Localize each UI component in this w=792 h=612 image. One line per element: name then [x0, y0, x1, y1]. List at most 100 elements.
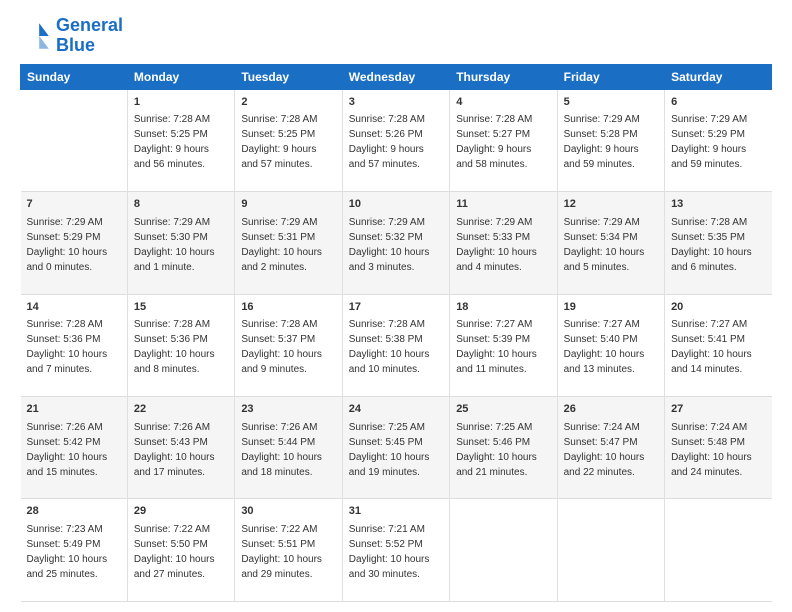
day-cell: 26 Sunrise: 7:24 AM Sunset: 5:47 PM Dayli…	[557, 397, 664, 499]
day-number: 22	[134, 401, 228, 418]
logo-text: General Blue	[56, 16, 123, 56]
header-cell-thursday: Thursday	[450, 64, 557, 89]
day-content: Sunrise: 7:26 AM Sunset: 5:42 PM Dayligh…	[27, 422, 108, 478]
day-number: 25	[456, 401, 550, 418]
day-number: 24	[349, 401, 443, 418]
day-number: 16	[241, 299, 335, 316]
day-cell: 9 Sunrise: 7:29 AM Sunset: 5:31 PM Daylig…	[235, 192, 342, 294]
day-cell: 2 Sunrise: 7:28 AM Sunset: 5:25 PM Daylig…	[235, 89, 342, 191]
day-content: Sunrise: 7:28 AM Sunset: 5:38 PM Dayligh…	[349, 319, 430, 375]
day-content: Sunrise: 7:24 AM Sunset: 5:47 PM Dayligh…	[564, 422, 645, 478]
day-content: Sunrise: 7:29 AM Sunset: 5:32 PM Dayligh…	[349, 217, 430, 273]
day-content: Sunrise: 7:27 AM Sunset: 5:39 PM Dayligh…	[456, 319, 537, 375]
day-number: 12	[564, 196, 658, 213]
day-number: 9	[241, 196, 335, 213]
day-number: 31	[349, 503, 443, 520]
day-cell: 20Sunrise: 7:27 AM Sunset: 5:41 PM Dayli…	[665, 294, 772, 396]
header: General Blue	[20, 16, 772, 56]
day-number: 4	[456, 94, 550, 111]
day-number: 8	[134, 196, 228, 213]
day-cell: 8 Sunrise: 7:29 AM Sunset: 5:30 PM Daylig…	[127, 192, 234, 294]
header-cell-tuesday: Tuesday	[235, 64, 342, 89]
header-cell-sunday: Sunday	[21, 64, 128, 89]
day-cell: 25 Sunrise: 7:25 AM Sunset: 5:46 PM Dayli…	[450, 397, 557, 499]
week-row-1: 1 Sunrise: 7:28 AM Sunset: 5:25 PM Daylig…	[21, 89, 772, 191]
calendar-header: SundayMondayTuesdayWednesdayThursdayFrid…	[21, 64, 772, 89]
day-cell: 15Sunrise: 7:28 AM Sunset: 5:36 PM Dayli…	[127, 294, 234, 396]
day-number: 20	[671, 299, 765, 316]
week-row-3: 14 Sunrise: 7:28 AM Sunset: 5:36 PM Dayli…	[21, 294, 772, 396]
day-number: 2	[241, 94, 335, 111]
day-cell: 10 Sunrise: 7:29 AM Sunset: 5:32 PM Dayli…	[342, 192, 449, 294]
day-number: 1	[134, 94, 228, 111]
day-number: 3	[349, 94, 443, 111]
calendar-body: 1 Sunrise: 7:28 AM Sunset: 5:25 PM Daylig…	[21, 89, 772, 601]
calendar-table: SundayMondayTuesdayWednesdayThursdayFrid…	[20, 64, 772, 602]
day-number: 18	[456, 299, 550, 316]
day-number: 21	[27, 401, 121, 418]
day-cell: 30Sunrise: 7:22 AM Sunset: 5:51 PM Dayli…	[235, 499, 342, 602]
logo-icon	[20, 20, 52, 52]
day-cell: 14 Sunrise: 7:28 AM Sunset: 5:36 PM Dayli…	[21, 294, 128, 396]
day-content: Sunrise: 7:29 AM Sunset: 5:31 PM Dayligh…	[241, 217, 322, 273]
header-row: SundayMondayTuesdayWednesdayThursdayFrid…	[21, 64, 772, 89]
day-cell: 3Sunrise: 7:28 AM Sunset: 5:26 PM Daylig…	[342, 89, 449, 191]
day-cell: 7 Sunrise: 7:29 AM Sunset: 5:29 PM Daylig…	[21, 192, 128, 294]
day-cell: 28 Sunrise: 7:23 AM Sunset: 5:49 PM Dayli…	[21, 499, 128, 602]
day-number: 10	[349, 196, 443, 213]
day-content: Sunrise: 7:26 AM Sunset: 5:44 PM Dayligh…	[241, 422, 322, 478]
day-content: Sunrise: 7:28 AM Sunset: 5:35 PM Dayligh…	[671, 217, 752, 273]
day-number: 23	[241, 401, 335, 418]
week-row-5: 28 Sunrise: 7:23 AM Sunset: 5:49 PM Dayli…	[21, 499, 772, 602]
day-cell: 18 Sunrise: 7:27 AM Sunset: 5:39 PM Dayli…	[450, 294, 557, 396]
day-content: Sunrise: 7:28 AM Sunset: 5:36 PM Dayligh…	[27, 319, 108, 375]
day-content: Sunrise: 7:29 AM Sunset: 5:29 PM Dayligh…	[27, 217, 108, 273]
header-cell-wednesday: Wednesday	[342, 64, 449, 89]
day-content: Sunrise: 7:28 AM Sunset: 5:27 PM Dayligh…	[456, 114, 532, 170]
page: General Blue SundayMondayTuesdayWednesda…	[0, 0, 792, 612]
day-number: 14	[27, 299, 121, 316]
day-content: Sunrise: 7:29 AM Sunset: 5:30 PM Dayligh…	[134, 217, 215, 273]
day-number: 17	[349, 299, 443, 316]
day-cell	[21, 89, 128, 191]
day-number: 11	[456, 196, 550, 213]
day-cell: 11 Sunrise: 7:29 AM Sunset: 5:33 PM Dayli…	[450, 192, 557, 294]
day-number: 7	[27, 196, 121, 213]
day-content: Sunrise: 7:28 AM Sunset: 5:36 PM Dayligh…	[134, 319, 215, 375]
day-content: Sunrise: 7:29 AM Sunset: 5:29 PM Dayligh…	[671, 114, 747, 170]
day-number: 30	[241, 503, 335, 520]
day-content: Sunrise: 7:24 AM Sunset: 5:48 PM Dayligh…	[671, 422, 752, 478]
day-cell: 6 Sunrise: 7:29 AM Sunset: 5:29 PM Daylig…	[665, 89, 772, 191]
day-content: Sunrise: 7:25 AM Sunset: 5:46 PM Dayligh…	[456, 422, 537, 478]
day-content: Sunrise: 7:29 AM Sunset: 5:33 PM Dayligh…	[456, 217, 537, 273]
day-number: 13	[671, 196, 765, 213]
day-number: 5	[564, 94, 658, 111]
day-cell	[557, 499, 664, 602]
day-cell: 23 Sunrise: 7:26 AM Sunset: 5:44 PM Dayli…	[235, 397, 342, 499]
day-number: 27	[671, 401, 765, 418]
day-content: Sunrise: 7:27 AM Sunset: 5:40 PM Dayligh…	[564, 319, 645, 375]
day-content: Sunrise: 7:28 AM Sunset: 5:25 PM Dayligh…	[241, 114, 317, 170]
day-cell: 31Sunrise: 7:21 AM Sunset: 5:52 PM Dayli…	[342, 499, 449, 602]
day-cell: 29Sunrise: 7:22 AM Sunset: 5:50 PM Dayli…	[127, 499, 234, 602]
day-content: Sunrise: 7:28 AM Sunset: 5:37 PM Dayligh…	[241, 319, 322, 375]
day-cell: 22Sunrise: 7:26 AM Sunset: 5:43 PM Dayli…	[127, 397, 234, 499]
day-number: 29	[134, 503, 228, 520]
header-cell-friday: Friday	[557, 64, 664, 89]
day-number: 26	[564, 401, 658, 418]
day-number: 6	[671, 94, 765, 111]
day-cell: 4 Sunrise: 7:28 AM Sunset: 5:27 PM Daylig…	[450, 89, 557, 191]
day-number: 28	[27, 503, 121, 520]
day-cell: 13 Sunrise: 7:28 AM Sunset: 5:35 PM Dayli…	[665, 192, 772, 294]
day-cell: 24Sunrise: 7:25 AM Sunset: 5:45 PM Dayli…	[342, 397, 449, 499]
day-content: Sunrise: 7:23 AM Sunset: 5:49 PM Dayligh…	[27, 524, 108, 580]
day-cell: 16 Sunrise: 7:28 AM Sunset: 5:37 PM Dayli…	[235, 294, 342, 396]
header-cell-monday: Monday	[127, 64, 234, 89]
day-content: Sunrise: 7:29 AM Sunset: 5:34 PM Dayligh…	[564, 217, 645, 273]
day-cell: 5Sunrise: 7:29 AM Sunset: 5:28 PM Daylig…	[557, 89, 664, 191]
logo: General Blue	[20, 16, 123, 56]
day-number: 19	[564, 299, 658, 316]
week-row-4: 21 Sunrise: 7:26 AM Sunset: 5:42 PM Dayli…	[21, 397, 772, 499]
header-cell-saturday: Saturday	[665, 64, 772, 89]
day-cell	[450, 499, 557, 602]
